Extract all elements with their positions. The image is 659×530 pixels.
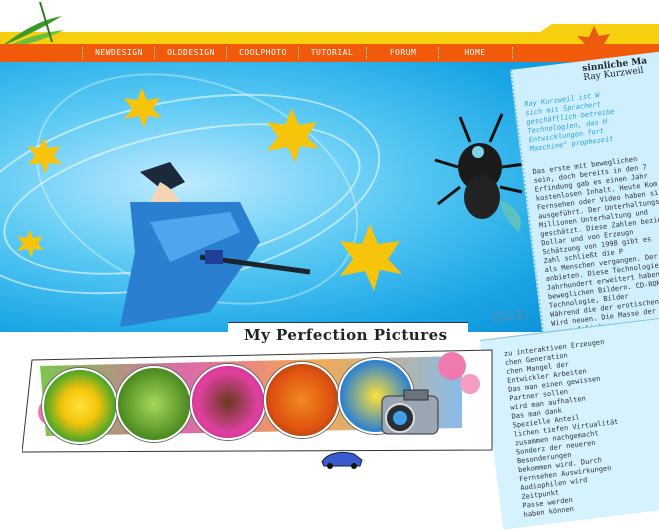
nav-item-coolphoto[interactable]: COOLPHOTO	[228, 44, 298, 62]
nav-item-tutorial[interactable]: TUTORIAL	[300, 44, 364, 62]
bamboo-leaf-icon	[2, 2, 64, 48]
hero-illustration	[0, 62, 575, 332]
leaf-icon	[17, 230, 44, 258]
leaf-icon	[28, 138, 62, 174]
leaf-icon	[124, 88, 162, 128]
nav-item-forum[interactable]: FORUM	[368, 44, 438, 62]
leaf-icon	[340, 224, 402, 291]
nav-item-newdesign[interactable]: NEWDESIGN	[84, 44, 154, 62]
leaf-icon	[267, 108, 319, 163]
photo-flower[interactable]	[42, 368, 118, 444]
camera-icon	[381, 389, 439, 435]
nav-item-home[interactable]: HOME	[440, 44, 510, 62]
photo-butterfly[interactable]	[264, 362, 340, 438]
car-icon	[321, 451, 363, 469]
beetle-icon	[434, 113, 526, 232]
samurai-figure-icon	[120, 162, 311, 327]
nav-item-olddesign[interactable]: OLDDESIGN	[156, 44, 226, 62]
photo-mantis[interactable]	[116, 366, 192, 442]
photo-bee[interactable]	[190, 364, 266, 440]
